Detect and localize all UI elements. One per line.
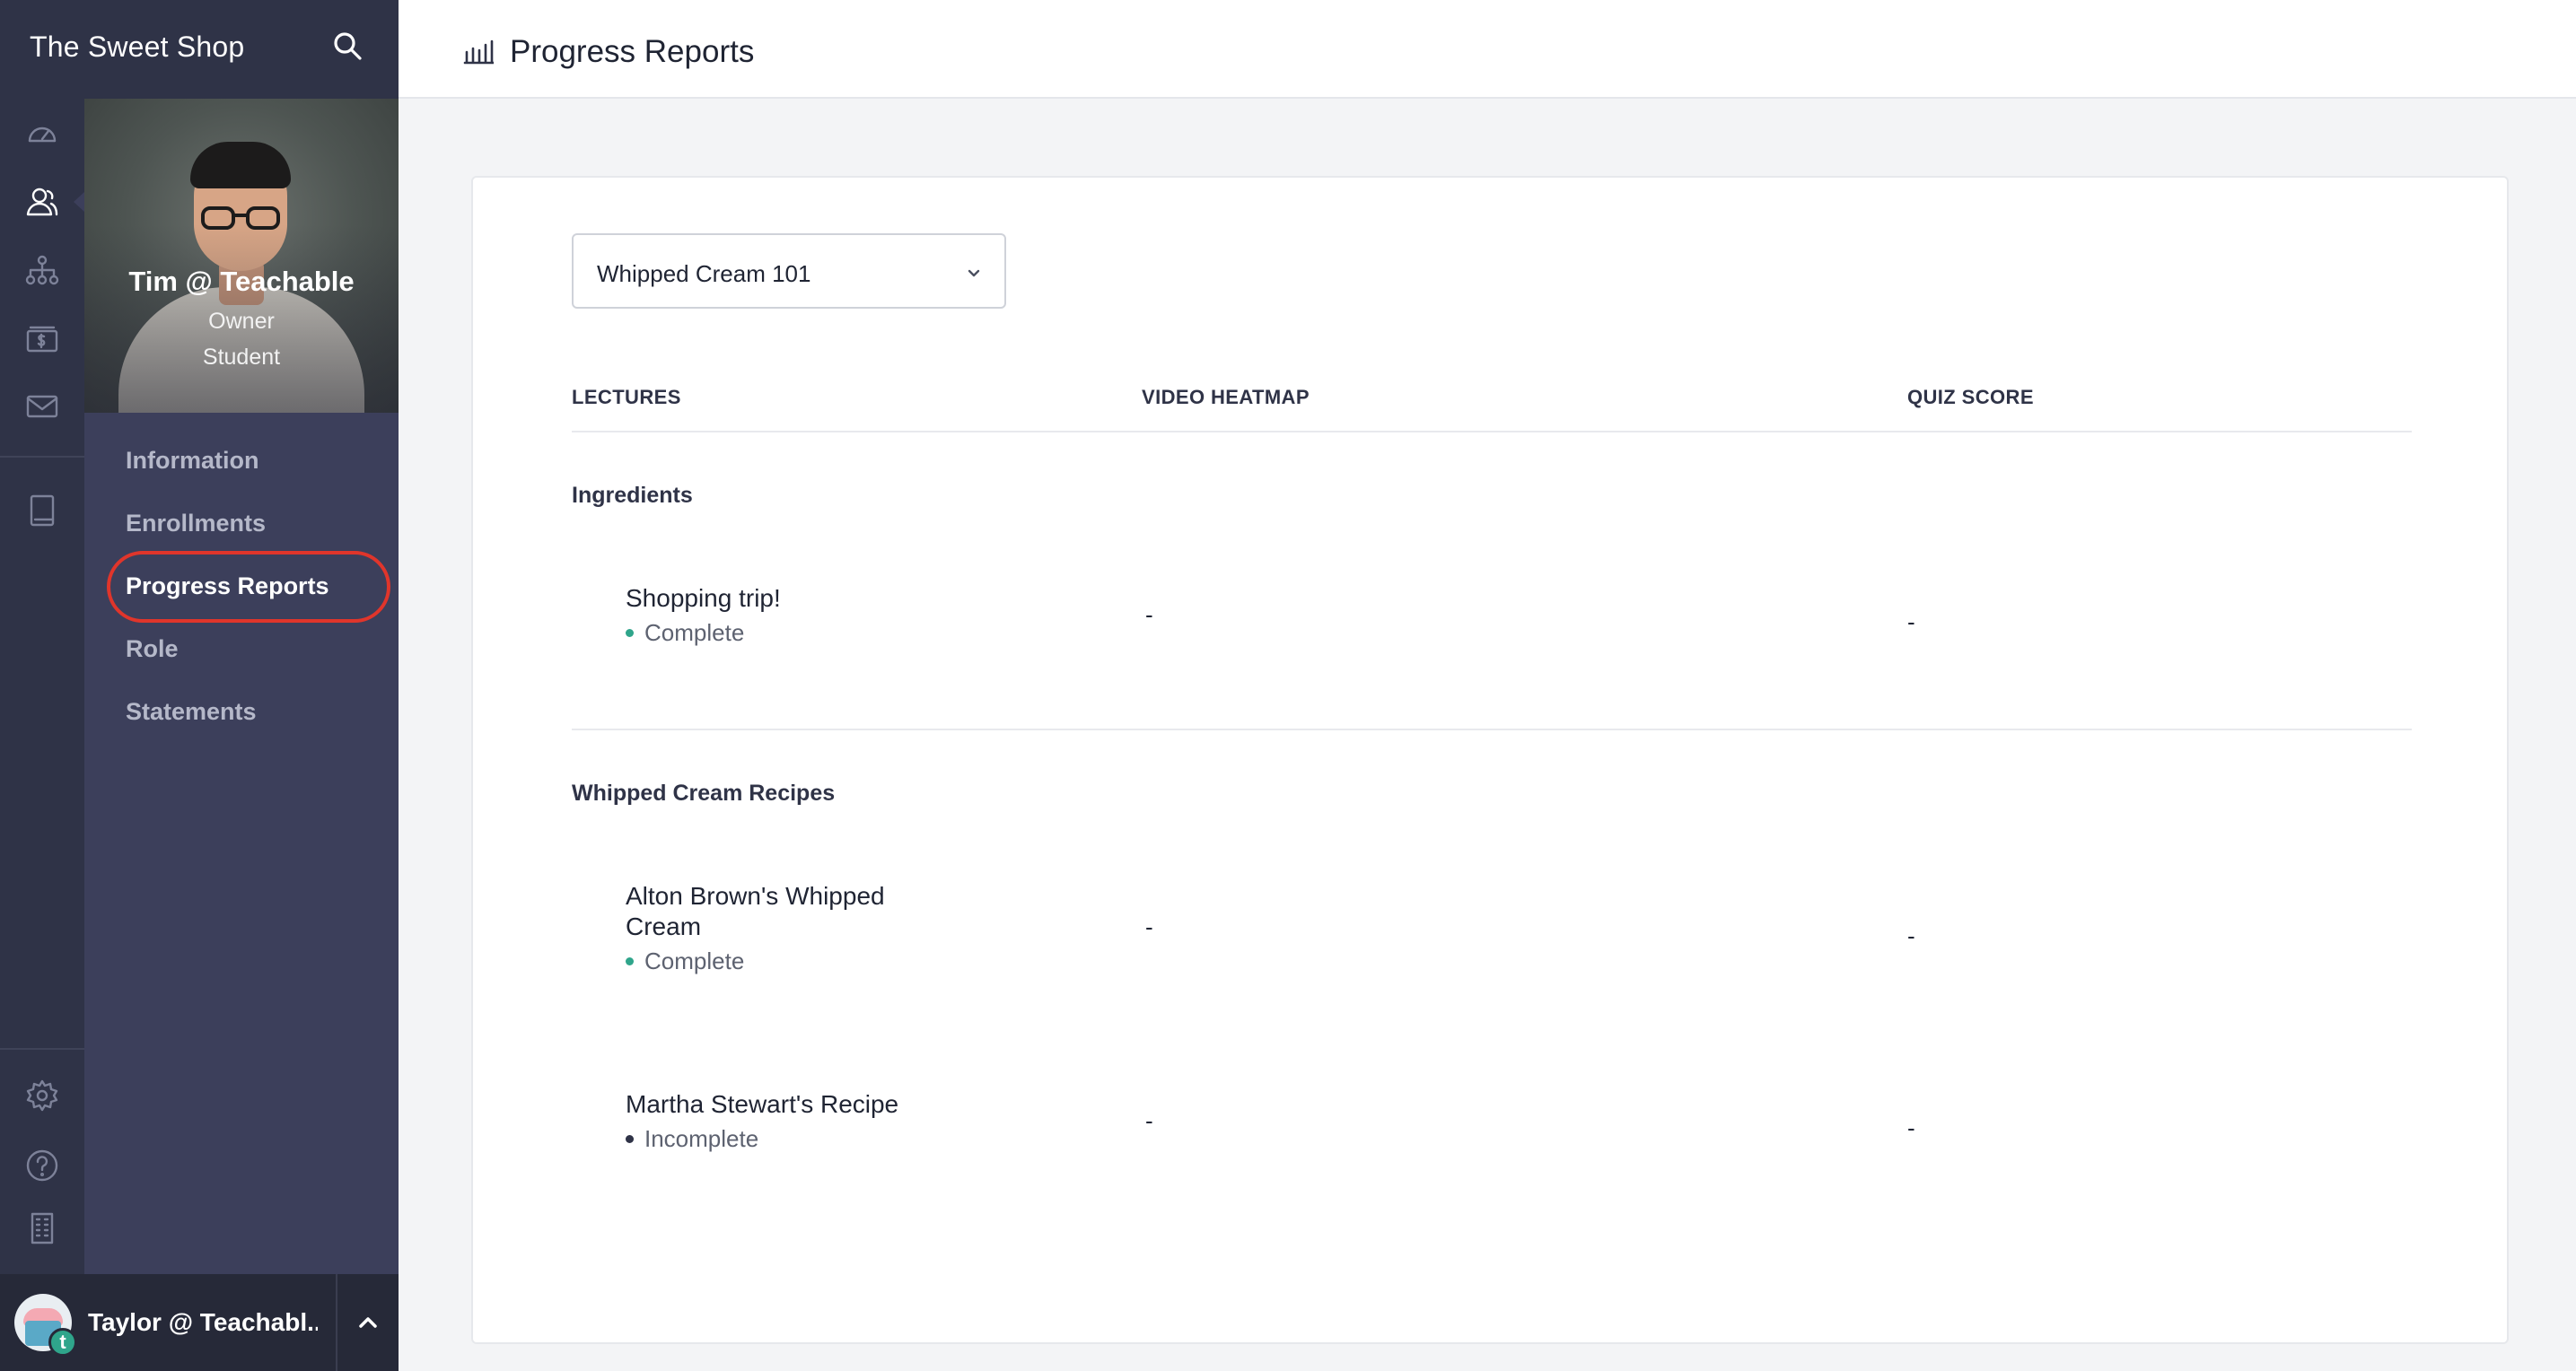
current-user-bar: t Taylor @ Teachabl...: [0, 1274, 399, 1371]
nav-item-role[interactable]: Role: [126, 635, 179, 663]
profile-role: Student: [202, 345, 281, 370]
school-name[interactable]: The Sweet Shop: [30, 31, 244, 64]
quiz-score-value: -: [1907, 608, 1915, 635]
course-select[interactable]: Whipped Cream 101: [572, 233, 1006, 309]
profile-name: Tim @ Teachable: [128, 266, 355, 297]
sitemap-icon[interactable]: [0, 239, 84, 301]
speedometer-icon[interactable]: [0, 102, 84, 165]
quiz-score-value: -: [1907, 922, 1915, 949]
sales-icon[interactable]: [0, 307, 84, 370]
icon-rail: [0, 0, 84, 1371]
gear-icon[interactable]: [0, 1064, 84, 1127]
search-icon[interactable]: [332, 31, 368, 66]
nav-item-statements[interactable]: Statements: [126, 698, 257, 726]
page-title: Progress Reports: [510, 34, 755, 69]
page-header: Progress Reports: [399, 0, 2576, 99]
lecture-status: Complete: [626, 947, 744, 975]
divider: [572, 729, 2412, 730]
user-badge: t: [48, 1328, 77, 1357]
video-heatmap-value: -: [1145, 1107, 1153, 1134]
section-title: Ingredients: [572, 483, 693, 508]
building-icon[interactable]: [0, 1197, 84, 1260]
progress-report-card: Whipped Cream 101 LECTURES VIDEO HEATMAP…: [471, 176, 2509, 1344]
status-dot-complete: [626, 628, 634, 637]
course-select-value: Whipped Cream 101: [597, 260, 811, 287]
divider: [572, 431, 2412, 432]
book-icon[interactable]: [0, 479, 84, 542]
lecture-status: Incomplete: [626, 1125, 758, 1153]
nav-item-information[interactable]: Information: [126, 447, 259, 475]
mail-icon[interactable]: [0, 375, 84, 438]
profile-role: Owner: [208, 309, 275, 334]
nav-item-progress-reports[interactable]: Progress Reports: [126, 572, 329, 600]
rail-divider: [0, 1048, 84, 1050]
bar-chart-icon: [463, 38, 495, 65]
brand-header: The Sweet Shop: [0, 0, 399, 99]
current-user-name[interactable]: Taylor @ Teachabl...: [88, 1308, 318, 1337]
column-header-lectures[interactable]: LECTURES: [572, 386, 681, 409]
nav-item-enrollments[interactable]: Enrollments: [126, 510, 266, 537]
chevron-up-icon[interactable]: [352, 1306, 384, 1339]
chevron-down-icon: [965, 264, 983, 282]
video-heatmap-value: -: [1145, 913, 1153, 940]
section-title: Whipped Cream Recipes: [572, 781, 836, 806]
user-detail-panel: Tim @ Teachable Owner Student Informatio…: [84, 99, 399, 1274]
column-header-video-heatmap[interactable]: VIDEO HEATMAP: [1142, 386, 1310, 409]
lecture-title[interactable]: Shopping trip!: [626, 583, 967, 614]
help-icon[interactable]: [0, 1134, 84, 1197]
status-dot-incomplete: [626, 1134, 634, 1143]
lecture-title[interactable]: Alton Brown's Whipped Cream: [626, 881, 967, 942]
quiz-score-value: -: [1907, 1114, 1915, 1141]
rail-divider: [0, 456, 84, 458]
users-icon[interactable]: [0, 170, 84, 233]
video-heatmap-value: -: [1145, 601, 1153, 628]
status-dot-complete: [626, 956, 634, 965]
divider: [336, 1274, 337, 1371]
profile-card: Tim @ Teachable Owner Student: [84, 99, 399, 413]
column-header-quiz-score[interactable]: QUIZ SCORE: [1907, 386, 2034, 409]
lecture-title[interactable]: Martha Stewart's Recipe: [626, 1089, 967, 1120]
lecture-status: Complete: [626, 619, 744, 647]
